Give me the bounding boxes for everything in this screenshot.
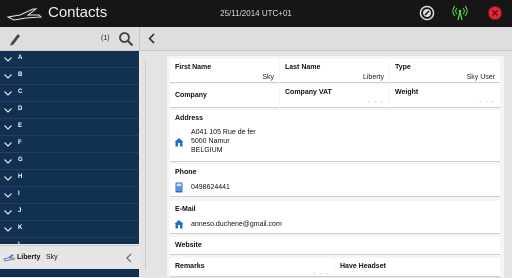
letter-label: L [18, 242, 22, 244]
chevron-down-icon [4, 74, 12, 79]
website-label: Website [175, 242, 202, 249]
letter-row-d[interactable]: D [0, 102, 139, 119]
letter-row-k[interactable]: K [0, 221, 139, 238]
address-line-2: 5000 Namur [191, 138, 230, 145]
last-name-value: Liberty [362, 74, 384, 81]
chevron-down-icon [4, 57, 12, 62]
phone-value[interactable]: 0498624441 [191, 184, 230, 191]
letter-row-g[interactable]: G [0, 153, 139, 170]
company-vat-field: Company VAT - - - [280, 84, 389, 108]
letter-label: A [18, 55, 23, 61]
first-name-field: First Name Sky [170, 59, 279, 83]
pencil-icon[interactable] [8, 32, 22, 46]
first-name-label: First Name [175, 64, 212, 71]
remarks-field: Remarks - - - [170, 258, 334, 278]
letter-row-j[interactable]: J [0, 204, 139, 221]
contact-count: (1) [101, 35, 110, 42]
weight-value: - - - [479, 99, 495, 106]
letter-row-a[interactable]: A [0, 51, 139, 68]
letter-label: J [18, 208, 22, 214]
chevron-down-icon [4, 176, 12, 181]
contact-list-item-selected[interactable]: Liberty Sky [0, 245, 139, 270]
detail-toolbar [139, 27, 512, 51]
letter-label: I [18, 191, 20, 197]
letter-label: K [18, 225, 23, 231]
website-field: Website [170, 237, 500, 255]
headset-field: Have Headset [335, 258, 500, 277]
chevron-down-icon [4, 125, 12, 130]
company-label: Company [175, 92, 207, 99]
letter-row-e[interactable]: E [0, 119, 139, 136]
top-bar: Contacts 25/11/2014 UTC+01 [0, 0, 512, 27]
chevron-down-icon [4, 193, 12, 198]
address-line-1: A041 105 Rue de fer [191, 129, 256, 136]
chevron-down-icon [4, 159, 12, 164]
alphabet-list: A B C D E F G H I J K L [0, 51, 139, 244]
date-time: 25/11/2014 UTC+01 [220, 9, 292, 18]
type-field: Type Sky User [390, 59, 500, 83]
letter-row-c[interactable]: C [0, 85, 139, 102]
letter-label: B [18, 72, 23, 78]
last-name-field: Last Name Liberty [280, 59, 389, 83]
chevron-down-icon [4, 227, 12, 232]
type-value: Sky User [466, 74, 495, 81]
letter-label: F [18, 140, 22, 146]
chevron-down-icon [4, 91, 12, 96]
letter-row-h[interactable]: H [0, 170, 139, 187]
email-field: E-Mail anneso.duchene@gmail.com [170, 201, 500, 234]
contact-first-name: Sky [46, 254, 58, 261]
contact-detail-panel: First Name Sky Last Name Liberty Type Sk… [167, 56, 504, 278]
weight-field: Weight - - - [390, 84, 500, 108]
type-label: Type [395, 64, 411, 71]
letter-row-b[interactable]: B [0, 68, 139, 85]
clock-icon[interactable] [419, 5, 435, 21]
chevron-left-icon[interactable] [125, 253, 133, 263]
email-value[interactable]: anneso.duchene@gmail.com [191, 221, 282, 228]
letter-row-i[interactable]: I [0, 187, 139, 204]
signal-icon[interactable] [452, 5, 468, 21]
address-label: Address [175, 115, 204, 122]
letter-label: E [18, 123, 23, 129]
phone-icon [175, 182, 183, 193]
list-toolbar: (1) [0, 27, 139, 51]
letter-row-f[interactable]: F [0, 136, 139, 153]
house-icon [174, 138, 184, 147]
search-icon[interactable] [118, 31, 134, 47]
alert-icon[interactable] [487, 5, 503, 21]
last-name-label: Last Name [285, 64, 321, 71]
company-vat-label: Company VAT [285, 89, 332, 96]
chevron-down-icon [4, 142, 12, 147]
contact-last-name: Liberty [17, 254, 41, 261]
remarks-label: Remarks [175, 263, 205, 270]
letter-label: G [18, 157, 23, 163]
scroll-track[interactable] [145, 60, 146, 270]
chevron-down-icon [4, 210, 12, 215]
company-vat-value: - - - [368, 99, 384, 106]
house-icon [174, 220, 184, 229]
company-field: Company [170, 84, 279, 108]
weight-label: Weight [395, 89, 419, 96]
letter-row-l[interactable]: L [0, 238, 139, 244]
sidebar-footer [0, 269, 139, 277]
address-field: Address A041 105 Rue de fer 5000 Namur B… [170, 110, 500, 162]
phone-label: Phone [175, 169, 197, 176]
aircraft-icon [3, 254, 15, 262]
letter-label: D [18, 106, 23, 112]
first-name-value: Sky [262, 74, 274, 81]
back-chevron-icon[interactable] [147, 33, 156, 44]
letter-label: H [18, 174, 23, 180]
headset-label: Have Headset [340, 263, 386, 270]
phone-field: Phone 0498624441 [170, 164, 500, 197]
email-label: E-Mail [175, 206, 196, 213]
address-line-3: BELGIUM [191, 147, 223, 154]
chevron-down-icon [4, 108, 12, 113]
letter-label: C [18, 89, 23, 95]
